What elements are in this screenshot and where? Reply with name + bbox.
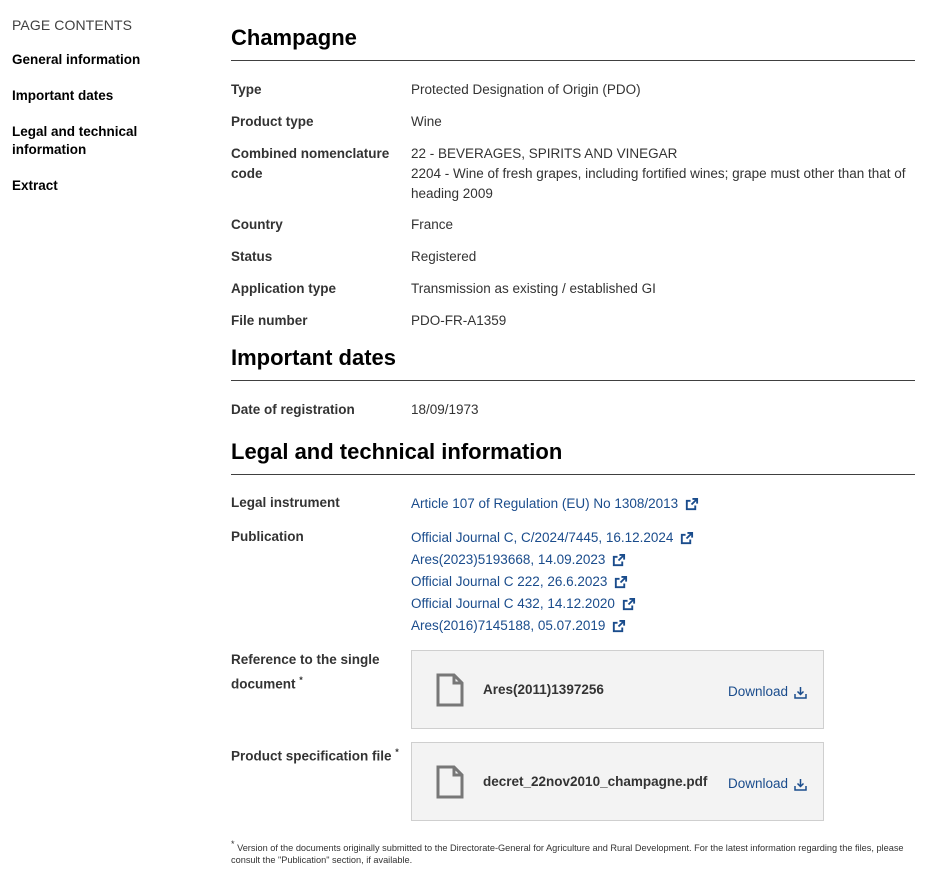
toc-item-extract[interactable]: Extract [12, 177, 212, 195]
cn-code-value-1: 22 - BEVERAGES, SPIRITS AND VINEGAR [411, 146, 678, 161]
download-label: Download [728, 684, 789, 699]
publication-list: Official Journal C, C/2024/7445, 16.12.2… [411, 527, 915, 637]
legal-instrument-link[interactable]: Article 107 of Regulation (EU) No 1308/2… [411, 493, 699, 515]
link-text: Ares(2016)7145188, 05.07.2019 [411, 618, 606, 633]
info-value: France [411, 217, 454, 232]
download-icon [794, 778, 807, 791]
publication-link[interactable]: Official Journal C 432, 14.12.2020 [411, 593, 636, 615]
info-row-type: Type Protected Designation of Origin (PD… [231, 80, 915, 100]
link-text: Official Journal C 432, 14.12.2020 [411, 596, 615, 611]
toc-item-important-dates[interactable]: Important dates [12, 87, 212, 105]
info-label: Country [231, 217, 283, 232]
asterisk: * [299, 675, 303, 685]
general-info-list: Type Protected Designation of Origin (PD… [231, 80, 915, 331]
info-row-product-type: Product type Wine [231, 112, 915, 132]
important-dates-heading: Important dates [231, 345, 915, 381]
info-row-single-document: Reference to the single document * Ares(… [231, 650, 915, 729]
info-label: Reference to the single document * [231, 650, 401, 729]
file-icon [436, 765, 464, 798]
product-specification-card: decret_22nov2010_champagne.pdf Download [411, 742, 824, 821]
info-row-product-specification: Product specification file * decret_22no… [231, 742, 915, 821]
download-label: Download [728, 776, 789, 791]
info-label: Product type [231, 114, 314, 129]
link-text: Ares(2023)5193668, 14.09.2023 [411, 552, 606, 567]
download-icon [794, 686, 807, 699]
page-title: Champagne [231, 25, 915, 61]
asterisk: * [395, 747, 399, 757]
publication-link[interactable]: Official Journal C, C/2024/7445, 16.12.2… [411, 527, 694, 549]
main-content: Champagne Type Protected Designation of … [231, 0, 915, 821]
external-link-icon [613, 619, 626, 632]
info-value: PDO-FR-A1359 [411, 313, 507, 328]
info-label: Legal instrument [231, 495, 340, 510]
single-document-download-button[interactable]: Download [728, 682, 807, 702]
info-value: Transmission as existing / established G… [411, 281, 656, 296]
info-row-publication: Publication Official Journal C, C/2024/7… [231, 527, 915, 637]
info-value: Wine [411, 114, 442, 129]
footnote-text: Version of the documents originally subm… [231, 843, 904, 866]
legal-technical-heading: Legal and technical information [231, 439, 915, 475]
info-label: Product specification file * [231, 742, 411, 821]
documents-footnote: * Version of the documents originally su… [231, 838, 916, 866]
info-label: Type [231, 82, 262, 97]
publication-link[interactable]: Ares(2023)5193668, 14.09.2023 [411, 549, 626, 571]
external-link-icon [686, 497, 699, 510]
footnote-asterisk: * [231, 839, 235, 849]
info-row-date-registration: Date of registration 18/09/1973 [231, 400, 915, 420]
cn-code-value-2: 2204 - Wine of fresh grapes, including f… [411, 166, 906, 201]
publication-link[interactable]: Official Journal C 222, 26.6.2023 [411, 571, 628, 593]
file-icon [436, 673, 464, 706]
page-contents-nav: PAGE CONTENTS General information Import… [12, 17, 212, 213]
external-link-icon [613, 553, 626, 566]
page-contents-title: PAGE CONTENTS [12, 17, 133, 33]
single-document-card: Ares(2011)1397256 Download [411, 650, 824, 729]
info-value: 18/09/1973 [411, 402, 479, 417]
info-label: Date of registration [231, 402, 355, 417]
single-document-filename: Ares(2011)1397256 [483, 682, 604, 697]
external-link-icon [615, 575, 628, 588]
product-specification-filename: decret_22nov2010_champagne.pdf [483, 774, 708, 789]
info-row-cn-code: Combined nomenclature code 22 - BEVERAGE… [231, 144, 915, 204]
link-text: Official Journal C, C/2024/7445, 16.12.2… [411, 530, 674, 545]
spec-label-text: Product specification file [231, 748, 392, 764]
info-label: Combined nomenclature code [231, 146, 390, 181]
info-row-application-type: Application type Transmission as existin… [231, 279, 915, 299]
link-text: Article 107 of Regulation (EU) No 1308/2… [411, 496, 679, 511]
info-value: 22 - BEVERAGES, SPIRITS AND VINEGAR 2204… [411, 144, 915, 204]
toc-item-general-information[interactable]: General information [12, 51, 212, 69]
link-text: Official Journal C 222, 26.6.2023 [411, 574, 608, 589]
info-value: Protected Designation of Origin (PDO) [411, 82, 641, 97]
info-label: Application type [231, 281, 337, 296]
info-label: Publication [231, 529, 304, 544]
info-row-legal-instrument: Legal instrument Article 107 of Regulati… [231, 493, 915, 515]
toc-item-legal-technical[interactable]: Legal and technical information [12, 123, 212, 159]
publication-link[interactable]: Ares(2016)7145188, 05.07.2019 [411, 615, 626, 637]
info-row-country: Country France [231, 215, 915, 235]
info-row-status: Status Registered [231, 247, 915, 267]
info-value: Article 107 of Regulation (EU) No 1308/2… [411, 493, 915, 515]
single-doc-label-text: Reference to the single document [231, 652, 380, 692]
info-row-file-number: File number PDO-FR-A1359 [231, 311, 915, 331]
product-specification-download-button[interactable]: Download [728, 774, 807, 794]
external-link-icon [622, 597, 635, 610]
info-value: Registered [411, 249, 477, 264]
info-label: Status [231, 249, 273, 264]
info-label: File number [231, 313, 308, 328]
external-link-icon [681, 531, 694, 544]
